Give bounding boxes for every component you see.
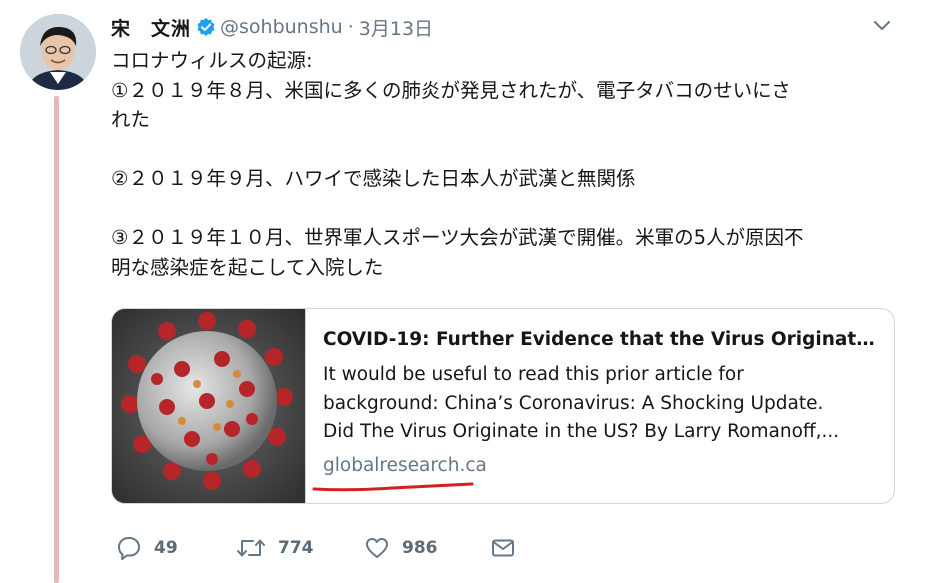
reply-count: 49 bbox=[154, 538, 178, 558]
tweet-date[interactable]: 3月13日 bbox=[359, 14, 433, 41]
like-button[interactable]: 986 bbox=[364, 533, 438, 563]
tweet-text-line: コロナウィルスの起源: bbox=[111, 49, 313, 72]
card-domain[interactable]: globalresearch.ca bbox=[323, 453, 883, 479]
reply-button[interactable]: 49 bbox=[116, 533, 178, 563]
direct-message-button[interactable] bbox=[490, 533, 516, 563]
tweet-header: 宋 文洲 @sohbunshu · 3月13日 bbox=[111, 14, 433, 40]
card-description-line: Did The Virus Originate in the US? By La… bbox=[323, 421, 840, 442]
heart-icon bbox=[366, 538, 388, 558]
user-handle[interactable]: @sohbunshu bbox=[220, 16, 343, 38]
card-description: It would be useful to read this prior ar… bbox=[323, 361, 883, 447]
tweet-text-line bbox=[111, 194, 901, 224]
reply-icon bbox=[118, 537, 140, 560]
verified-badge-icon bbox=[196, 17, 216, 37]
card-body: COVID-19: Further Evidence that the Viru… bbox=[323, 323, 883, 479]
like-count: 986 bbox=[402, 538, 438, 558]
tweet-text: コロナウィルスの起源: ①２０１９年８月、米国に多くの肺炎が発見されたが、電子タ… bbox=[111, 46, 901, 282]
tweet-text-line: ②２０１９年９月、ハワイで感染した日本人が武漢と無関係 bbox=[111, 167, 636, 190]
thread-connector-line bbox=[54, 96, 59, 583]
retweet-button[interactable]: 774 bbox=[236, 533, 314, 563]
avatar[interactable] bbox=[20, 14, 96, 90]
link-preview-card[interactable]: COVID-19: Further Evidence that the Viru… bbox=[111, 308, 895, 504]
header-separator: · bbox=[347, 16, 354, 38]
card-description-line: It would be useful to read this prior ar… bbox=[323, 364, 744, 385]
avatar-image bbox=[20, 14, 96, 90]
tweet-text-line: 明な感染症を起こして入院した bbox=[111, 255, 384, 279]
tweet-text-line bbox=[111, 135, 901, 165]
tweet-text-line: ③２０１９年１０月、世界軍人スポーツ大会が武漢で開催。米軍の5人が原因不 bbox=[111, 226, 804, 249]
tweet-text-line: ①２０１９年８月、米国に多くの肺炎が発見されたが、電子タバコのせいにさ bbox=[111, 78, 791, 102]
tweet-text-line: れた bbox=[111, 108, 151, 131]
card-title[interactable]: COVID-19: Further Evidence that the Viru… bbox=[323, 323, 883, 357]
display-name[interactable]: 宋 文洲 bbox=[111, 14, 191, 41]
envelope-icon bbox=[492, 539, 514, 557]
retweet-icon bbox=[237, 539, 265, 557]
card-description-line: background: China’s Coronavirus: A Shock… bbox=[323, 392, 824, 414]
red-underline-annotation bbox=[312, 482, 474, 492]
retweet-count: 774 bbox=[278, 538, 314, 558]
chevron-down-icon[interactable] bbox=[872, 18, 892, 34]
card-thumbnail bbox=[112, 309, 306, 503]
